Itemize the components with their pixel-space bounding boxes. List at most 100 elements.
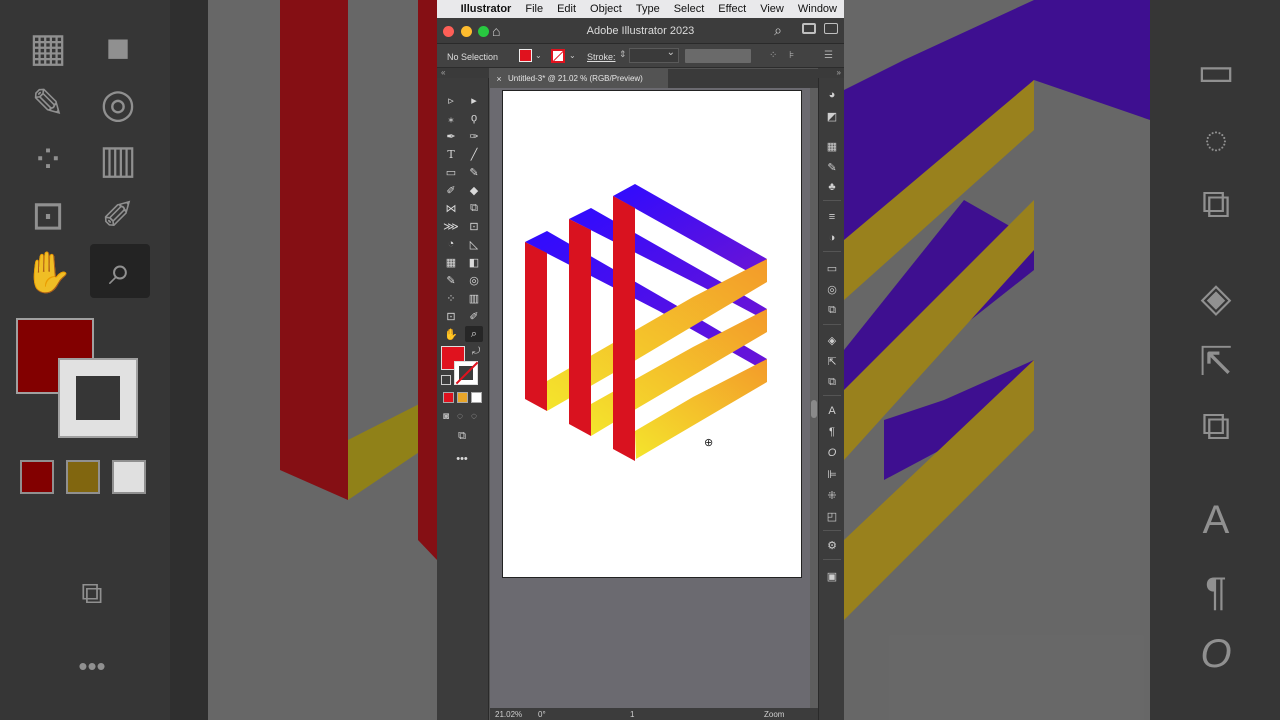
opentype-icon[interactable]: O [825, 446, 839, 460]
artboards-icon[interactable]: ⧉ [825, 375, 839, 389]
width-tool-icon[interactable]: ⋙ [442, 218, 460, 234]
direct-selection-tool-icon[interactable]: ▸ [465, 92, 483, 108]
shape-builder-tool-icon[interactable]: ◔ [442, 236, 460, 252]
align-icon[interactable]: ⊫ [825, 467, 839, 481]
menu-effect[interactable]: Effect [711, 3, 753, 15]
draw-behind-icon[interactable]: ◌ [457, 411, 463, 422]
menu-edit[interactable]: Edit [550, 3, 583, 15]
symbols-icon[interactable]: ♣ [825, 180, 839, 194]
perspective-grid-tool-icon[interactable]: ◺ [465, 236, 483, 252]
color-icon[interactable]: ◩ [825, 109, 839, 123]
dock-separator [823, 559, 841, 560]
slice-tool-icon[interactable]: ✐ [465, 308, 483, 324]
vertical-scrollbar[interactable] [810, 88, 818, 708]
arrange-documents-icon[interactable] [802, 23, 816, 34]
gradient-icon[interactable]: ▭ [825, 261, 839, 275]
stroke-swatch[interactable] [454, 361, 478, 385]
menu-select[interactable]: Select [667, 3, 712, 15]
menu-object[interactable]: Object [583, 3, 629, 15]
pen-tool-icon[interactable]: ✒ [442, 128, 460, 144]
character-icon[interactable]: A [825, 404, 839, 418]
properties-icon[interactable]: ⚙ [825, 538, 839, 552]
swap-fill-stroke-icon[interactable]: ⤾ [472, 346, 480, 357]
pathfinder-icon[interactable]: ◰ [825, 509, 839, 523]
stroke-weight-dropdown[interactable] [629, 47, 679, 63]
variable-width-profile[interactable] [685, 49, 751, 63]
control-bar: No Selection ⌄ ⌄ Stroke: ⇕ ⁘ ⊧ ☰ [437, 44, 844, 68]
mesh-tool-icon[interactable]: ▦ [442, 254, 460, 270]
lasso-tool-icon[interactable]: ϙ [465, 110, 483, 126]
document-tab-bar: × Untitled-3* @ 21.02 % (RGB/Preview) [490, 69, 818, 88]
collapse-tools-icon[interactable]: « [441, 68, 445, 77]
draw-normal-icon[interactable]: ◙ [443, 411, 449, 422]
paintbrush-tool-icon[interactable]: ✎ [465, 164, 483, 180]
blob-brush-tool-icon[interactable]: ✐ [442, 182, 460, 198]
color-mode-button[interactable] [443, 392, 454, 403]
graphic-styles-icon[interactable]: ⧉ [825, 303, 839, 317]
export-icon[interactable]: ⇱ [825, 354, 839, 368]
layers-icon[interactable]: ◈ [825, 333, 839, 347]
symbol-sprayer-tool-icon[interactable]: ⁘ [442, 290, 460, 306]
close-tab-icon[interactable]: × [490, 74, 508, 84]
menu-app-name[interactable]: Illustrator [453, 3, 519, 15]
default-fill-stroke-icon[interactable] [441, 375, 451, 385]
artboard[interactable] [502, 90, 802, 578]
rectangle-tool-icon[interactable]: ▭ [442, 164, 460, 180]
scale-tool-icon[interactable]: ⧉ [465, 200, 483, 216]
selection-tool-icon[interactable]: ▹ [442, 92, 460, 108]
graph-tool-icon[interactable]: ▥ [465, 290, 483, 306]
illustrator-window: Illustrator File Edit Object Type Select… [437, 0, 844, 720]
transform-icon[interactable]: ⊧ [789, 50, 794, 61]
eyedropper-tool-icon[interactable]: ✎ [442, 272, 460, 288]
eraser-tool-icon[interactable]: ◆ [465, 182, 483, 198]
none-mode-button[interactable] [471, 392, 482, 403]
stroke-icon[interactable]: ≡ [825, 210, 839, 224]
menu-window[interactable]: Window [791, 3, 844, 15]
gradient-tool-icon[interactable]: ◧ [465, 254, 483, 270]
rotation-field[interactable]: 0° [538, 710, 546, 719]
canvas[interactable]: ⊕ [490, 88, 810, 708]
menu-view[interactable]: View [753, 3, 791, 15]
document-tab[interactable]: × Untitled-3* @ 21.02 % (RGB/Preview) [490, 69, 668, 88]
line-tool-icon[interactable]: ╱ [465, 146, 483, 162]
stroke-label[interactable]: Stroke: [587, 52, 616, 62]
curvature-tool-icon[interactable]: ✑ [465, 128, 483, 144]
edit-toolbar-icon[interactable]: ••• [453, 451, 471, 467]
scrollbar-thumb[interactable] [811, 400, 817, 418]
fill-color-swatch[interactable] [519, 49, 532, 62]
magic-wand-tool-icon[interactable]: ⁎ [442, 110, 460, 126]
color-guide-icon[interactable]: ◕ [825, 88, 839, 102]
draw-inside-icon[interactable]: ◌ [471, 411, 477, 422]
transform-icon[interactable]: ⁜ [825, 488, 839, 502]
fill-dropdown-chevron-icon[interactable]: ⌄ [535, 51, 542, 60]
hand-tool-icon[interactable]: ✋ [442, 326, 460, 342]
swatches-icon[interactable]: ▦ [825, 139, 839, 153]
isometric-artwork[interactable] [503, 91, 803, 579]
paragraph-icon[interactable]: ¶ [825, 425, 839, 439]
stroke-weight-stepper-icon[interactable]: ⇕ [619, 49, 627, 60]
artboard-tool-icon[interactable]: ⊡ [442, 308, 460, 324]
menu-type[interactable]: Type [629, 3, 667, 15]
brushes-icon[interactable]: ✎ [825, 160, 839, 174]
menu-file[interactable]: File [518, 3, 550, 15]
artboard-number-field[interactable]: 1 [630, 710, 634, 719]
free-transform-tool-icon[interactable]: ⊡ [465, 218, 483, 234]
expand-panels-icon[interactable]: » [837, 68, 841, 77]
zoom-level-field[interactable]: 21.02% [495, 710, 522, 719]
appearance-icon[interactable]: ◎ [825, 282, 839, 296]
reflect-tool-icon[interactable]: ⋈ [442, 200, 460, 216]
panel-dock: ◕ ◩ ▦ ✎ ♣ ≡ ◑ ▭ ◎ ⧉ ◈ ⇱ ⧉ A ¶ O ⊫ ⁜ ◰ ⚙ [818, 78, 844, 720]
stroke-dropdown-chevron-icon[interactable]: ⌄ [569, 51, 576, 60]
zoom-tool-icon[interactable]: ⌕ [465, 326, 483, 342]
stroke-color-swatch[interactable] [551, 49, 565, 63]
blend-tool-icon[interactable]: ◎ [465, 272, 483, 288]
workspace-switcher-icon[interactable] [824, 23, 838, 34]
screen-mode-icon[interactable]: ⧉ [453, 428, 471, 444]
search-icon[interactable]: ⌕ [774, 22, 782, 39]
panel-menu-icon[interactable]: ☰ [824, 50, 833, 61]
gradient-mode-button[interactable] [457, 392, 468, 403]
transparency-icon[interactable]: ◑ [825, 231, 839, 245]
align-icon[interactable]: ⁘ [769, 50, 777, 61]
type-tool-icon[interactable]: T [442, 146, 460, 162]
libraries-icon[interactable]: ▣ [825, 569, 839, 583]
